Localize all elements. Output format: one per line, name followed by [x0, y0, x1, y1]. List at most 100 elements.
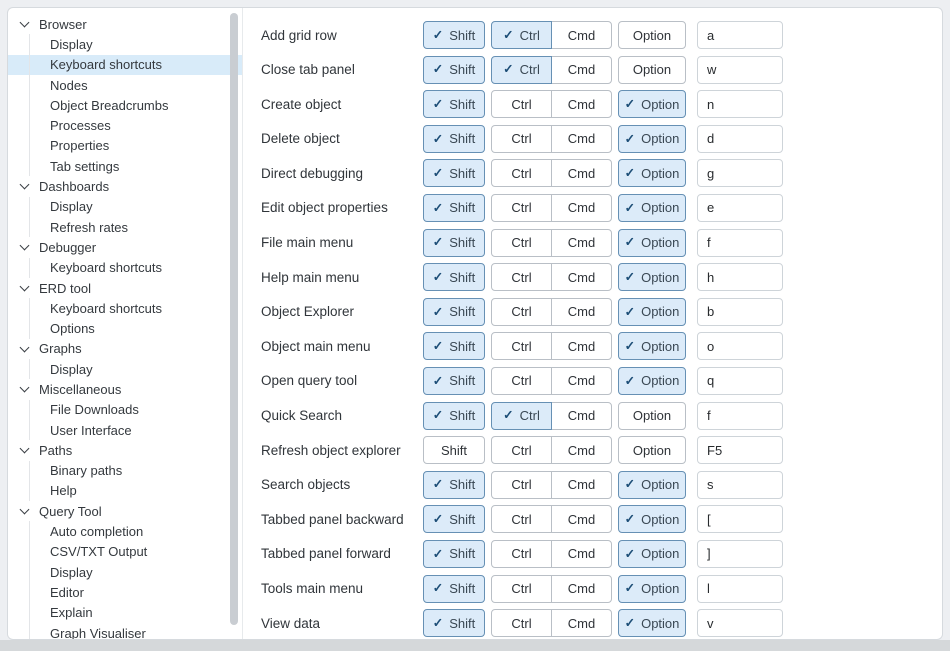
key-input[interactable]: [697, 505, 783, 533]
option-toggle[interactable]: ✓Option: [618, 436, 686, 464]
chevron-down-icon[interactable]: [20, 18, 30, 28]
tree-item-refresh-rates[interactable]: Refresh rates: [8, 217, 242, 237]
ctrl-toggle[interactable]: ✓Ctrl: [491, 229, 552, 257]
tree-item-browser[interactable]: Browser: [8, 14, 242, 34]
shift-toggle[interactable]: ✓Shift: [423, 298, 485, 326]
option-toggle[interactable]: ✓Option: [618, 159, 686, 187]
tree-item-display[interactable]: Display: [8, 34, 242, 54]
option-toggle[interactable]: ✓Option: [618, 332, 686, 360]
cmd-toggle[interactable]: ✓Cmd: [551, 159, 612, 187]
key-input[interactable]: [697, 298, 783, 326]
ctrl-toggle[interactable]: ✓Ctrl: [491, 332, 552, 360]
option-toggle[interactable]: ✓Option: [618, 298, 686, 326]
ctrl-toggle[interactable]: ✓Ctrl: [491, 575, 552, 603]
ctrl-toggle[interactable]: ✓Ctrl: [491, 194, 552, 222]
key-input[interactable]: [697, 436, 783, 464]
option-toggle[interactable]: ✓Option: [618, 402, 686, 430]
cmd-toggle[interactable]: ✓Cmd: [551, 575, 612, 603]
ctrl-toggle[interactable]: ✓Ctrl: [491, 540, 552, 568]
chevron-down-icon[interactable]: [20, 505, 30, 515]
ctrl-toggle[interactable]: ✓Ctrl: [491, 56, 552, 84]
tree-item-auto-completion[interactable]: Auto completion: [8, 521, 242, 541]
ctrl-toggle[interactable]: ✓Ctrl: [491, 159, 552, 187]
option-toggle[interactable]: ✓Option: [618, 263, 686, 291]
tree-item-object-breadcrumbs[interactable]: Object Breadcrumbs: [8, 95, 242, 115]
option-toggle[interactable]: ✓Option: [618, 471, 686, 499]
option-toggle[interactable]: ✓Option: [618, 229, 686, 257]
key-input[interactable]: [697, 263, 783, 291]
key-input[interactable]: [697, 575, 783, 603]
tree-item-paths[interactable]: Paths: [8, 440, 242, 460]
cmd-toggle[interactable]: ✓Cmd: [551, 436, 612, 464]
ctrl-toggle[interactable]: ✓Ctrl: [491, 402, 552, 430]
key-input[interactable]: [697, 229, 783, 257]
option-toggle[interactable]: ✓Option: [618, 90, 686, 118]
ctrl-toggle[interactable]: ✓Ctrl: [491, 263, 552, 291]
cmd-toggle[interactable]: ✓Cmd: [551, 298, 612, 326]
ctrl-toggle[interactable]: ✓Ctrl: [491, 367, 552, 395]
tree-item-keyboard-shortcuts[interactable]: Keyboard shortcuts: [8, 55, 242, 75]
tree-item-explain[interactable]: Explain: [8, 603, 242, 623]
ctrl-toggle[interactable]: ✓Ctrl: [491, 609, 552, 637]
cmd-toggle[interactable]: ✓Cmd: [551, 505, 612, 533]
option-toggle[interactable]: ✓Option: [618, 575, 686, 603]
cmd-toggle[interactable]: ✓Cmd: [551, 194, 612, 222]
tree-item-keyboard-shortcuts[interactable]: Keyboard shortcuts: [8, 298, 242, 318]
key-input[interactable]: [697, 609, 783, 637]
chevron-down-icon[interactable]: [20, 241, 30, 251]
ctrl-toggle[interactable]: ✓Ctrl: [491, 471, 552, 499]
tree-item-keyboard-shortcuts[interactable]: Keyboard shortcuts: [8, 258, 242, 278]
option-toggle[interactable]: ✓Option: [618, 56, 686, 84]
shift-toggle[interactable]: ✓Shift: [423, 90, 485, 118]
key-input[interactable]: [697, 194, 783, 222]
shift-toggle[interactable]: ✓Shift: [423, 471, 485, 499]
shift-toggle[interactable]: ✓Shift: [423, 609, 485, 637]
shift-toggle[interactable]: ✓Shift: [423, 194, 485, 222]
shift-toggle[interactable]: ✓Shift: [423, 159, 485, 187]
shift-toggle[interactable]: ✓Shift: [423, 56, 485, 84]
tree-item-miscellaneous[interactable]: Miscellaneous: [8, 379, 242, 399]
key-input[interactable]: [697, 367, 783, 395]
tree-item-binary-paths[interactable]: Binary paths: [8, 461, 242, 481]
option-toggle[interactable]: ✓Option: [618, 125, 686, 153]
shift-toggle[interactable]: ✓Shift: [423, 436, 485, 464]
ctrl-toggle[interactable]: ✓Ctrl: [491, 298, 552, 326]
tree-item-graphs[interactable]: Graphs: [8, 339, 242, 359]
cmd-toggle[interactable]: ✓Cmd: [551, 90, 612, 118]
cmd-toggle[interactable]: ✓Cmd: [551, 56, 612, 84]
chevron-down-icon[interactable]: [20, 444, 30, 454]
shift-toggle[interactable]: ✓Shift: [423, 263, 485, 291]
cmd-toggle[interactable]: ✓Cmd: [551, 367, 612, 395]
tree-item-tab-settings[interactable]: Tab settings: [8, 156, 242, 176]
cmd-toggle[interactable]: ✓Cmd: [551, 21, 612, 49]
shift-toggle[interactable]: ✓Shift: [423, 125, 485, 153]
tree-item-file-downloads[interactable]: File Downloads: [8, 400, 242, 420]
sidebar-scrollbar-thumb[interactable]: [230, 13, 238, 625]
shift-toggle[interactable]: ✓Shift: [423, 575, 485, 603]
key-input[interactable]: [697, 159, 783, 187]
ctrl-toggle[interactable]: ✓Ctrl: [491, 21, 552, 49]
option-toggle[interactable]: ✓Option: [618, 609, 686, 637]
tree-item-erd-tool[interactable]: ERD tool: [8, 278, 242, 298]
shift-toggle[interactable]: ✓Shift: [423, 505, 485, 533]
shift-toggle[interactable]: ✓Shift: [423, 367, 485, 395]
shift-toggle[interactable]: ✓Shift: [423, 402, 485, 430]
tree-item-dashboards[interactable]: Dashboards: [8, 176, 242, 196]
shift-toggle[interactable]: ✓Shift: [423, 229, 485, 257]
cmd-toggle[interactable]: ✓Cmd: [551, 263, 612, 291]
tree-item-graph-visualiser[interactable]: Graph Visualiser: [8, 623, 242, 639]
key-input[interactable]: [697, 540, 783, 568]
option-toggle[interactable]: ✓Option: [618, 505, 686, 533]
option-toggle[interactable]: ✓Option: [618, 21, 686, 49]
tree-item-query-tool[interactable]: Query Tool: [8, 501, 242, 521]
option-toggle[interactable]: ✓Option: [618, 367, 686, 395]
key-input[interactable]: [697, 402, 783, 430]
tree-item-csv-txt-output[interactable]: CSV/TXT Output: [8, 542, 242, 562]
tree-item-display[interactable]: Display: [8, 359, 242, 379]
ctrl-toggle[interactable]: ✓Ctrl: [491, 90, 552, 118]
key-input[interactable]: [697, 90, 783, 118]
ctrl-toggle[interactable]: ✓Ctrl: [491, 436, 552, 464]
shift-toggle[interactable]: ✓Shift: [423, 21, 485, 49]
cmd-toggle[interactable]: ✓Cmd: [551, 471, 612, 499]
cmd-toggle[interactable]: ✓Cmd: [551, 332, 612, 360]
